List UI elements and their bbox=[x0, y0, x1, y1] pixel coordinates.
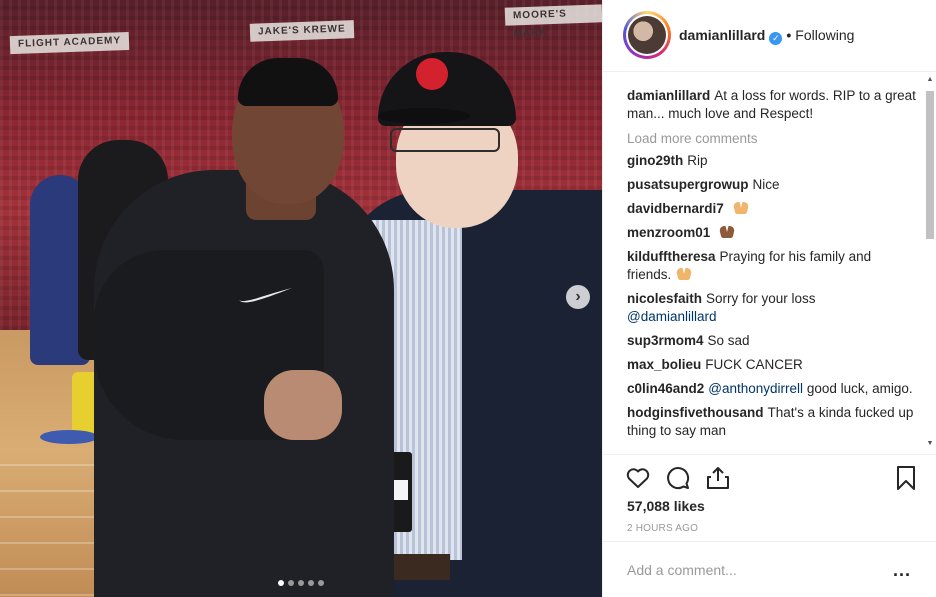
comment-text: Rip bbox=[687, 153, 708, 168]
carousel-dot bbox=[288, 580, 294, 586]
arena-banner: MOORE'S MARK bbox=[504, 4, 602, 39]
comment-username[interactable]: kildufftheresa bbox=[627, 249, 716, 264]
comment-item: hodginsfivethousand That's a kinda fucked… bbox=[627, 404, 919, 440]
username-link[interactable]: damianlillard bbox=[679, 27, 765, 43]
heart-icon[interactable] bbox=[625, 465, 651, 491]
avatar-frame bbox=[626, 14, 668, 56]
comments-list[interactable]: damianlillard At a loss for words. RIP to… bbox=[603, 73, 936, 453]
floor-disc bbox=[40, 430, 98, 444]
comment-item: kildufftheresa Praying for his family and… bbox=[627, 248, 919, 284]
load-more-comments-button[interactable]: Load more comments bbox=[627, 131, 919, 146]
post-side-panel: damianlillard ✓ • Following damianlillard At… bbox=[602, 0, 936, 597]
add-comment-bar: ... bbox=[603, 541, 936, 597]
add-comment-input[interactable] bbox=[627, 560, 877, 580]
comment-item: pusatsupergrowup Nice bbox=[627, 176, 919, 194]
scroll-up-arrow-icon[interactable]: ▲ bbox=[925, 75, 935, 85]
post-header: damianlillard ✓ • Following bbox=[603, 0, 936, 72]
comment-username[interactable]: c0lin46and2 bbox=[627, 381, 704, 396]
post-photo[interactable]: FLIGHT ACADEMY JAKE'S KREWE MOORE'S MARK… bbox=[0, 0, 602, 597]
handshake bbox=[264, 370, 342, 440]
comment-item: nicolesfaith Sorry for your loss @damianli… bbox=[627, 290, 919, 326]
comment-mention[interactable]: @damianlillard bbox=[627, 309, 717, 324]
carousel-dot bbox=[278, 580, 284, 586]
comment-username[interactable]: pusatsupergrowup bbox=[627, 177, 749, 192]
praying-hands-dark-icon bbox=[720, 226, 734, 238]
blazers-logo-icon bbox=[416, 58, 448, 90]
scroll-thumb[interactable] bbox=[926, 91, 934, 239]
comment-text: good luck, amigo. bbox=[806, 381, 913, 396]
scroll-down-arrow-icon[interactable]: ▼ bbox=[925, 439, 935, 449]
verified-icon: ✓ bbox=[769, 32, 783, 45]
comment-username[interactable]: nicolesfaith bbox=[627, 291, 702, 306]
praying-hands-icon bbox=[734, 202, 748, 214]
praying-hands-icon bbox=[677, 268, 691, 280]
comment-mention[interactable]: @anthonydirrell bbox=[708, 381, 803, 396]
carousel-dot bbox=[298, 580, 304, 586]
likes-count[interactable]: 57,088 likes bbox=[627, 498, 705, 514]
post-actions: 57,088 likes 2 HOURS AGO bbox=[603, 454, 936, 540]
comment-item: davidbernardi7 bbox=[627, 200, 919, 218]
arena-banner: JAKE'S KREWE bbox=[249, 20, 355, 42]
avatar[interactable] bbox=[623, 11, 671, 59]
comment-text: Sorry for your loss bbox=[706, 291, 816, 306]
carousel-dot bbox=[318, 580, 324, 586]
comment-username[interactable]: sup3rmom4 bbox=[627, 333, 704, 348]
avatar-image bbox=[628, 16, 666, 54]
header-username-row: damianlillard ✓ • Following bbox=[679, 27, 854, 45]
comments-scrollbar[interactable]: ▲ ▼ bbox=[925, 73, 935, 453]
comment-username[interactable]: davidbernardi7 bbox=[627, 201, 724, 216]
carousel-dot bbox=[308, 580, 314, 586]
more-options-button[interactable]: ... bbox=[893, 560, 911, 581]
bookmark-icon[interactable] bbox=[893, 465, 919, 491]
comment-icon[interactable] bbox=[665, 465, 691, 491]
comment-text: Nice bbox=[752, 177, 780, 192]
carousel-dots bbox=[0, 574, 602, 589]
glasses bbox=[390, 128, 500, 152]
comment-item: sup3rmom4 So sad bbox=[627, 332, 919, 350]
comment-text: So sad bbox=[707, 333, 750, 348]
cap-brim bbox=[378, 108, 470, 124]
comment-items: gino29th Rip pusatsupergrowup Nice davidbern… bbox=[627, 152, 919, 440]
caption-username[interactable]: damianlillard bbox=[627, 88, 710, 103]
comment-username[interactable]: max_bolieu bbox=[627, 357, 701, 372]
comment-username[interactable]: hodginsfivethousand bbox=[627, 405, 764, 420]
comment-username[interactable]: gino29th bbox=[627, 153, 683, 168]
comment-item: c0lin46and2 @anthonydirrell good luck, am… bbox=[627, 380, 919, 398]
separator-dot: • bbox=[786, 27, 792, 43]
share-icon[interactable] bbox=[705, 465, 731, 491]
post-timestamp[interactable]: 2 HOURS AGO bbox=[627, 523, 698, 534]
next-photo-button[interactable]: › bbox=[566, 285, 590, 309]
comment-item: max_bolieu FUCK CANCER bbox=[627, 356, 919, 374]
comment-item: gino29th Rip bbox=[627, 152, 919, 170]
post-caption: damianlillard At a loss for words. RIP to… bbox=[627, 87, 919, 123]
comment-username[interactable]: menzroom01 bbox=[627, 225, 710, 240]
following-button[interactable]: Following bbox=[795, 27, 854, 43]
comment-text: FUCK CANCER bbox=[705, 357, 803, 372]
swoosh-logo-icon bbox=[238, 288, 292, 303]
comment-item: menzroom01 bbox=[627, 224, 919, 242]
